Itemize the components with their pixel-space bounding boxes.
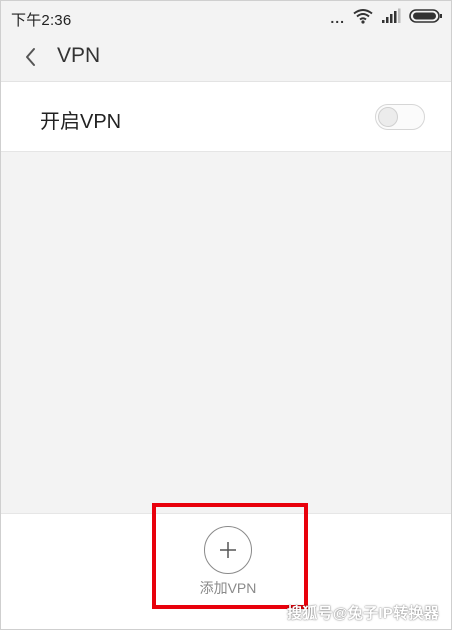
vpn-toggle-switch[interactable] [375, 104, 425, 130]
status-time: 下午2:36 [11, 12, 72, 29]
page-title: VPN [57, 44, 101, 67]
wifi-icon [353, 8, 373, 29]
header-bar: VPN [1, 35, 451, 82]
switch-knob [378, 107, 398, 127]
more-dots-icon: ... [330, 10, 345, 26]
battery-icon [409, 8, 443, 29]
vpn-toggle-row[interactable]: 开启VPN [1, 82, 451, 152]
watermark: 搜狐号@兔子IP转换器 [287, 605, 440, 622]
status-bar: 下午2:36 ... [1, 1, 451, 35]
red-highlight-box [152, 503, 308, 609]
signal-icon [381, 8, 401, 29]
phone-screen: 下午2:36 ... VPN 开启VPN 添加VPN 搜狐号@兔子IP转换器 [0, 0, 452, 630]
back-arrow-icon[interactable] [19, 45, 43, 69]
vpn-list-area [1, 152, 451, 513]
vpn-toggle-label: 开启VPN [40, 111, 122, 133]
status-icons: ... [330, 8, 443, 29]
